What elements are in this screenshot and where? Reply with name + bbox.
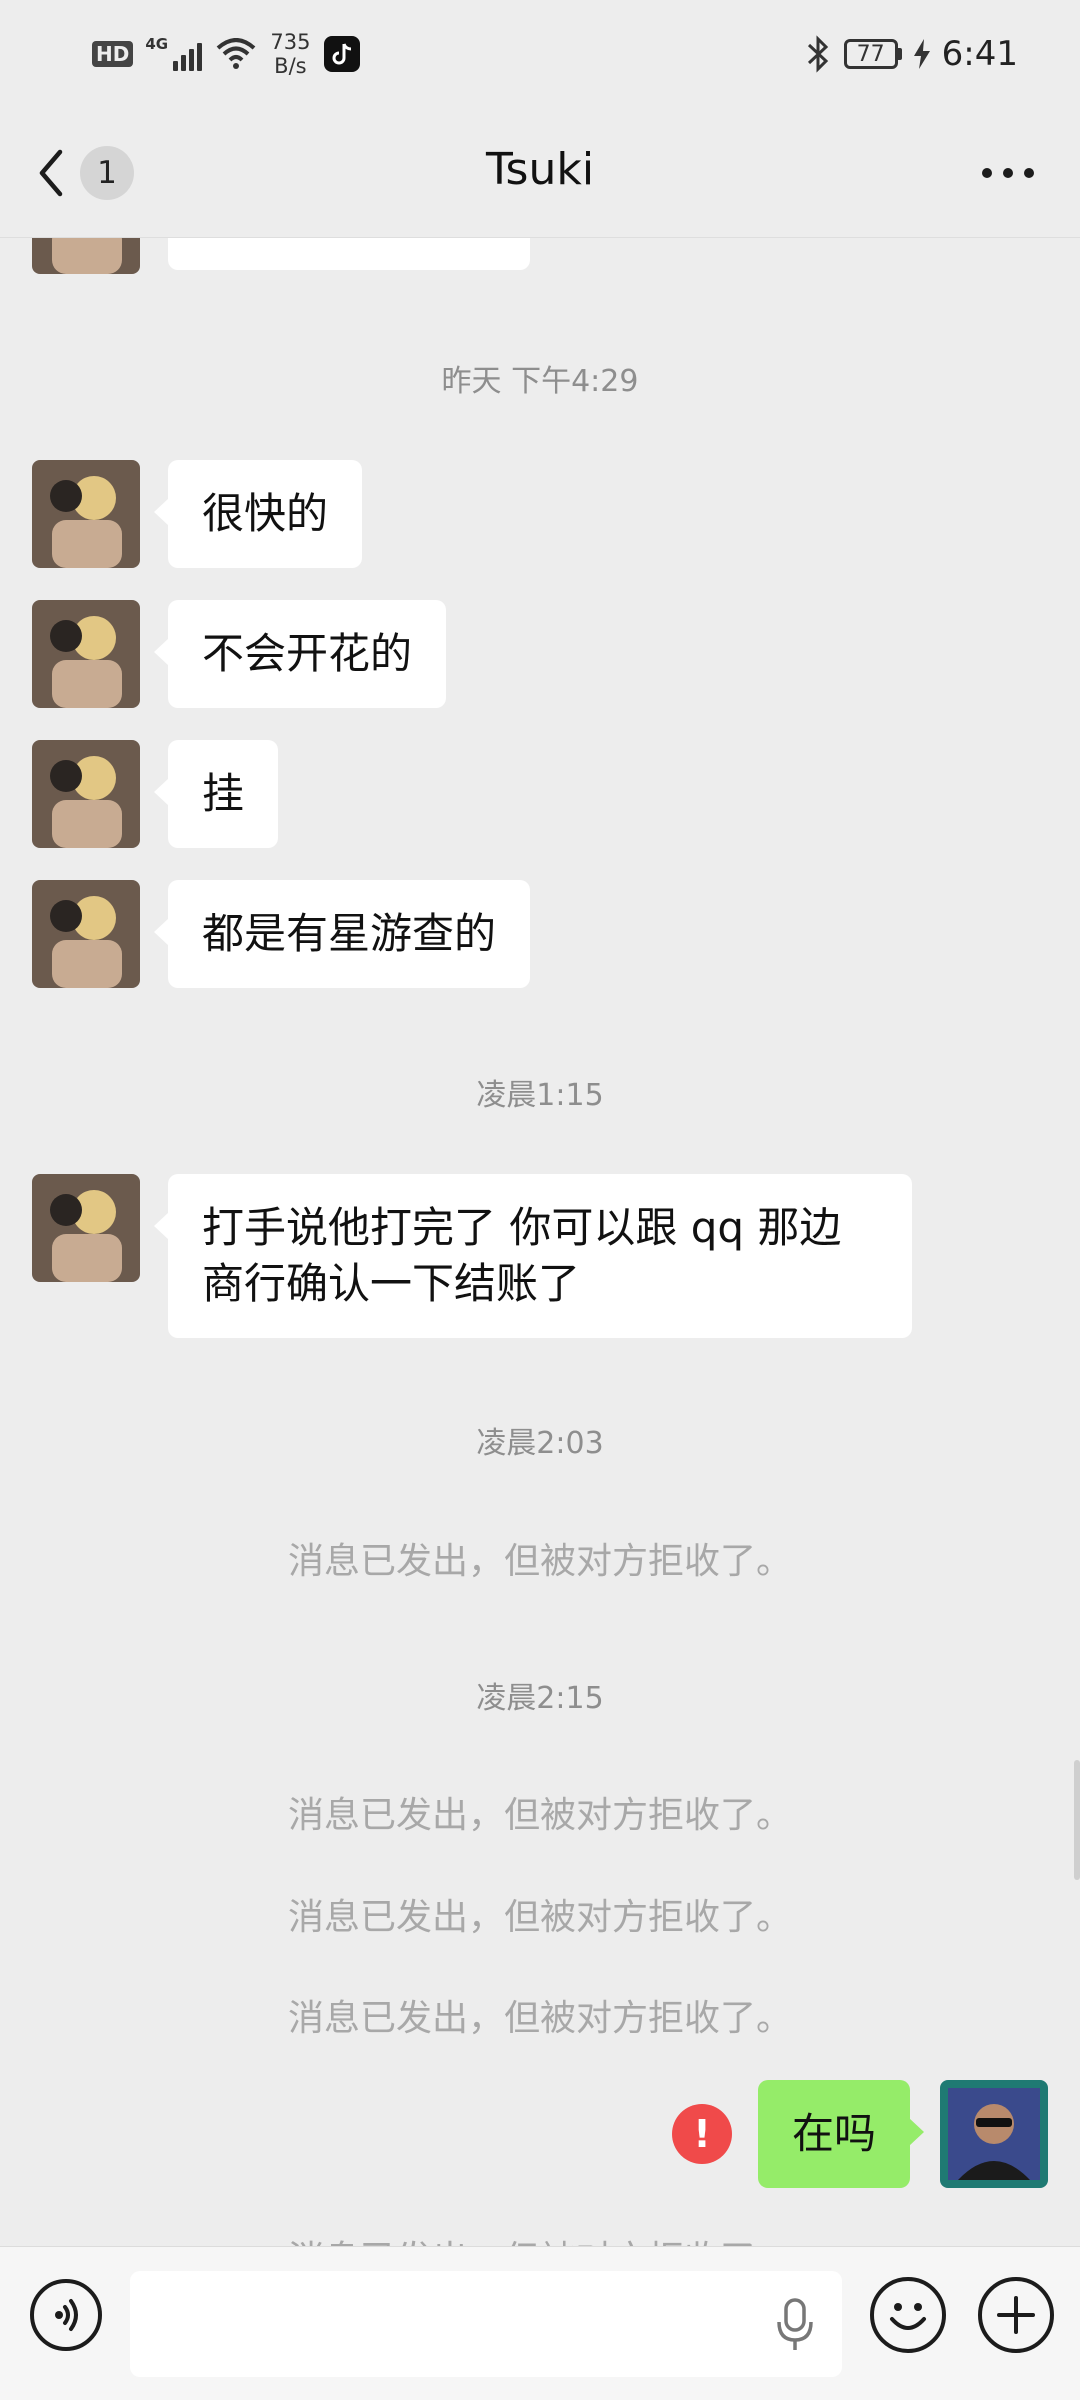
clock: 6:41 xyxy=(941,34,1018,74)
chat-messages[interactable]: 打手回不多了吗 昨天 下午4:29 很快的 不会开花的 挂 都是有星游查的 凌晨… xyxy=(0,238,1080,2246)
rejected-notice: 消息已发出，但被对方拒收了。 xyxy=(287,1541,792,1582)
message-bubble[interactable]: 挂 xyxy=(153,740,279,848)
tiktok-icon xyxy=(324,36,361,72)
status-bar: HD 4G 735 B/s 77 6:41 xyxy=(0,0,1080,108)
timestamp: 昨天 下午4:29 xyxy=(441,364,639,399)
hd-badge: HD xyxy=(92,41,134,67)
rejected-notice: 消息已发出，但被对方拒收了。 xyxy=(0,2230,1080,2246)
message-row: 不会开花的 xyxy=(0,600,1080,708)
plus-icon xyxy=(997,2296,1035,2334)
message-bubble[interactable]: 打手说他打完了 你可以跟 qq 那边 商行确认一下结账了 xyxy=(154,1174,912,1338)
contact-avatar[interactable] xyxy=(32,460,140,568)
battery-level: 77 xyxy=(856,41,885,67)
timestamp: 凌晨2:15 xyxy=(476,1681,604,1716)
message-row: 打手回不多了吗 xyxy=(0,238,1080,278)
rejected-notice: 消息已发出，但被对方拒收了。 xyxy=(287,1998,792,2039)
charging-icon xyxy=(913,39,930,69)
emoji-button[interactable] xyxy=(870,2277,946,2353)
message-row: ! 在吗 xyxy=(0,2080,1080,2188)
input-bar xyxy=(0,2246,1080,2400)
chat-header: 1 Tsuki xyxy=(0,108,1080,238)
message-bubble[interactable]: 不会开花的 xyxy=(153,600,447,708)
emoji-icon xyxy=(890,2303,926,2330)
rejected-notice: 消息已发出，但被对方拒收了。 xyxy=(287,1795,792,1836)
voice-mode-button[interactable] xyxy=(30,2279,102,2351)
net-speed-unit: B/s xyxy=(274,54,307,78)
rejected-notice: 消息已发出，但被对方拒收了。 xyxy=(287,1897,792,1938)
message-row: 打手说他打完了 你可以跟 qq 那边 商行确认一下结账了 xyxy=(0,1174,1080,1338)
microphone-icon[interactable] xyxy=(770,2297,820,2353)
timestamp: 凌晨1:15 xyxy=(476,1078,604,1113)
wifi-icon xyxy=(217,38,256,69)
voice-icon xyxy=(55,2299,78,2331)
timestamp: 凌晨2:03 xyxy=(476,1426,604,1461)
contact-avatar[interactable] xyxy=(32,880,140,988)
more-actions-button[interactable] xyxy=(978,2277,1054,2353)
message-bubble[interactable]: 很快的 xyxy=(153,460,363,568)
message-input[interactable] xyxy=(130,2271,842,2377)
contact-avatar[interactable] xyxy=(32,238,140,274)
my-avatar[interactable] xyxy=(940,2080,1048,2188)
contact-avatar[interactable] xyxy=(32,600,140,708)
more-dots-icon xyxy=(982,168,1034,178)
message-row: 挂 xyxy=(0,740,1080,848)
page-title: Tsuki xyxy=(485,144,595,195)
signal-icon: 4G xyxy=(145,35,203,71)
send-failed-icon[interactable]: ! xyxy=(672,2104,732,2164)
scrollbar[interactable] xyxy=(1074,1760,1080,1880)
contact-avatar[interactable] xyxy=(32,1174,140,1282)
more-button[interactable] xyxy=(972,146,1044,200)
message-bubble[interactable]: 打手回不多了吗 xyxy=(168,238,531,270)
message-row: 很快的 xyxy=(0,460,1080,568)
net-speed: 735 B/s xyxy=(270,30,310,78)
contact-avatar[interactable] xyxy=(32,740,140,848)
sent-message-bubble[interactable]: 在吗 xyxy=(757,2080,925,2188)
message-row: 都是有星游查的 xyxy=(0,880,1080,988)
network-type: 4G xyxy=(145,35,169,53)
bluetooth-icon xyxy=(807,35,828,73)
net-speed-value: 735 xyxy=(270,30,311,54)
message-bubble[interactable]: 都是有星游查的 xyxy=(153,880,531,988)
battery-icon: 77 xyxy=(843,39,902,69)
